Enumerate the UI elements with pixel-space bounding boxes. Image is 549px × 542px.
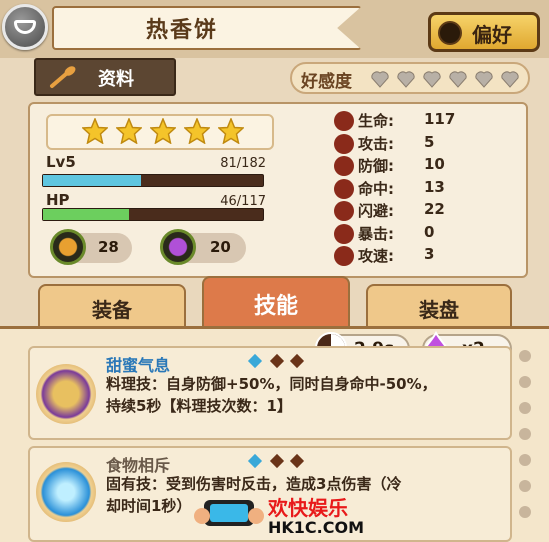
honey-skill-icon bbox=[36, 364, 96, 424]
watermark-logo bbox=[194, 500, 264, 526]
sword-icon bbox=[334, 133, 354, 154]
shield-icon bbox=[334, 156, 354, 176]
attribute-value: 3 bbox=[424, 245, 435, 263]
scroll-dot[interactable] bbox=[519, 428, 531, 440]
tab-plate[interactable]: 装盘 bbox=[366, 284, 512, 328]
watermark-text: 欢快娱乐 bbox=[268, 496, 348, 520]
scroll-dot[interactable] bbox=[519, 454, 531, 466]
scroll-dot[interactable] bbox=[519, 480, 531, 492]
speed-icon bbox=[334, 246, 354, 266]
food-orb-icon bbox=[50, 229, 86, 265]
favorite-icon bbox=[438, 21, 462, 45]
heart-icon bbox=[334, 111, 354, 131]
attribute-label: 防御: bbox=[358, 157, 394, 175]
star-icon bbox=[116, 118, 142, 144]
attribute-label: 攻速: bbox=[358, 247, 394, 265]
food-orb-value: 28 bbox=[98, 238, 119, 256]
exp-bar-fill bbox=[43, 175, 141, 186]
skill-name-2: 食物相斥 bbox=[106, 456, 171, 475]
favorite-label: 偏好 bbox=[472, 23, 512, 47]
attribute-value: 10 bbox=[424, 155, 445, 173]
info-tab-label: 资料 bbox=[98, 69, 134, 90]
skill-name-1: 甜蜜气息 bbox=[106, 356, 171, 375]
hp-bar bbox=[42, 208, 264, 221]
heart-icon bbox=[475, 71, 493, 88]
skill-desc-1-line1: 料理技：自身防御+50%，同时自身命中-50%， bbox=[106, 375, 437, 393]
crosshair-icon bbox=[334, 178, 354, 199]
star-icon bbox=[184, 118, 210, 144]
spoon-icon bbox=[50, 66, 76, 88]
hp-bar-fill bbox=[43, 209, 130, 220]
level-value: 81/182 bbox=[220, 156, 266, 171]
level-label: Lv5 bbox=[46, 153, 76, 171]
scroll-dot[interactable] bbox=[519, 506, 531, 518]
heart-icon bbox=[423, 71, 441, 88]
attribute-label: 命中: bbox=[358, 179, 394, 198]
attribute-label: 闪避: bbox=[358, 202, 394, 220]
skill-desc-1-line2: 持续5秒【料理技次数：1】 bbox=[106, 397, 292, 415]
attribute-label: 生命: bbox=[358, 112, 394, 130]
hp-value: 46/117 bbox=[220, 194, 266, 209]
star-icon bbox=[150, 118, 176, 144]
scroll-dot[interactable] bbox=[519, 350, 531, 362]
attribute-value: 117 bbox=[424, 110, 456, 128]
scroll-dot[interactable] bbox=[519, 402, 531, 414]
attribute-value: 13 bbox=[424, 177, 445, 196]
critical-icon bbox=[334, 223, 354, 244]
exp-bar bbox=[42, 174, 264, 187]
attribute-value: 5 bbox=[424, 132, 435, 151]
heart-icon bbox=[397, 71, 415, 88]
close-button[interactable] bbox=[2, 4, 48, 50]
watermark-url: HK1C.COM bbox=[268, 518, 365, 537]
star-icon bbox=[218, 118, 244, 144]
heart-icon bbox=[501, 71, 519, 88]
page-title: 热香饼 bbox=[145, 18, 218, 43]
tab-skill[interactable]: 技能 bbox=[202, 276, 350, 328]
crystal-orb-value: 20 bbox=[210, 238, 231, 256]
attribute-value: 22 bbox=[424, 200, 445, 218]
attribute-value: 0 bbox=[424, 222, 435, 241]
affinity-label: 好感度 bbox=[301, 72, 352, 92]
heart-icon bbox=[449, 71, 467, 88]
crystal-orb-icon bbox=[160, 229, 196, 265]
heart-icon bbox=[371, 71, 389, 88]
dodge-icon bbox=[334, 201, 354, 221]
skill-desc-2-line2: 却时间1秒） bbox=[106, 497, 192, 515]
tab-equip[interactable]: 装备 bbox=[38, 284, 186, 328]
attribute-label: 暴击: bbox=[358, 224, 394, 243]
star-icon bbox=[82, 118, 108, 144]
scroll-dot[interactable] bbox=[519, 376, 531, 388]
attribute-label: 攻击: bbox=[358, 134, 394, 153]
bowl-icon bbox=[14, 20, 36, 34]
hp-label: HP bbox=[46, 191, 70, 209]
crystal-skill-icon bbox=[36, 462, 96, 522]
